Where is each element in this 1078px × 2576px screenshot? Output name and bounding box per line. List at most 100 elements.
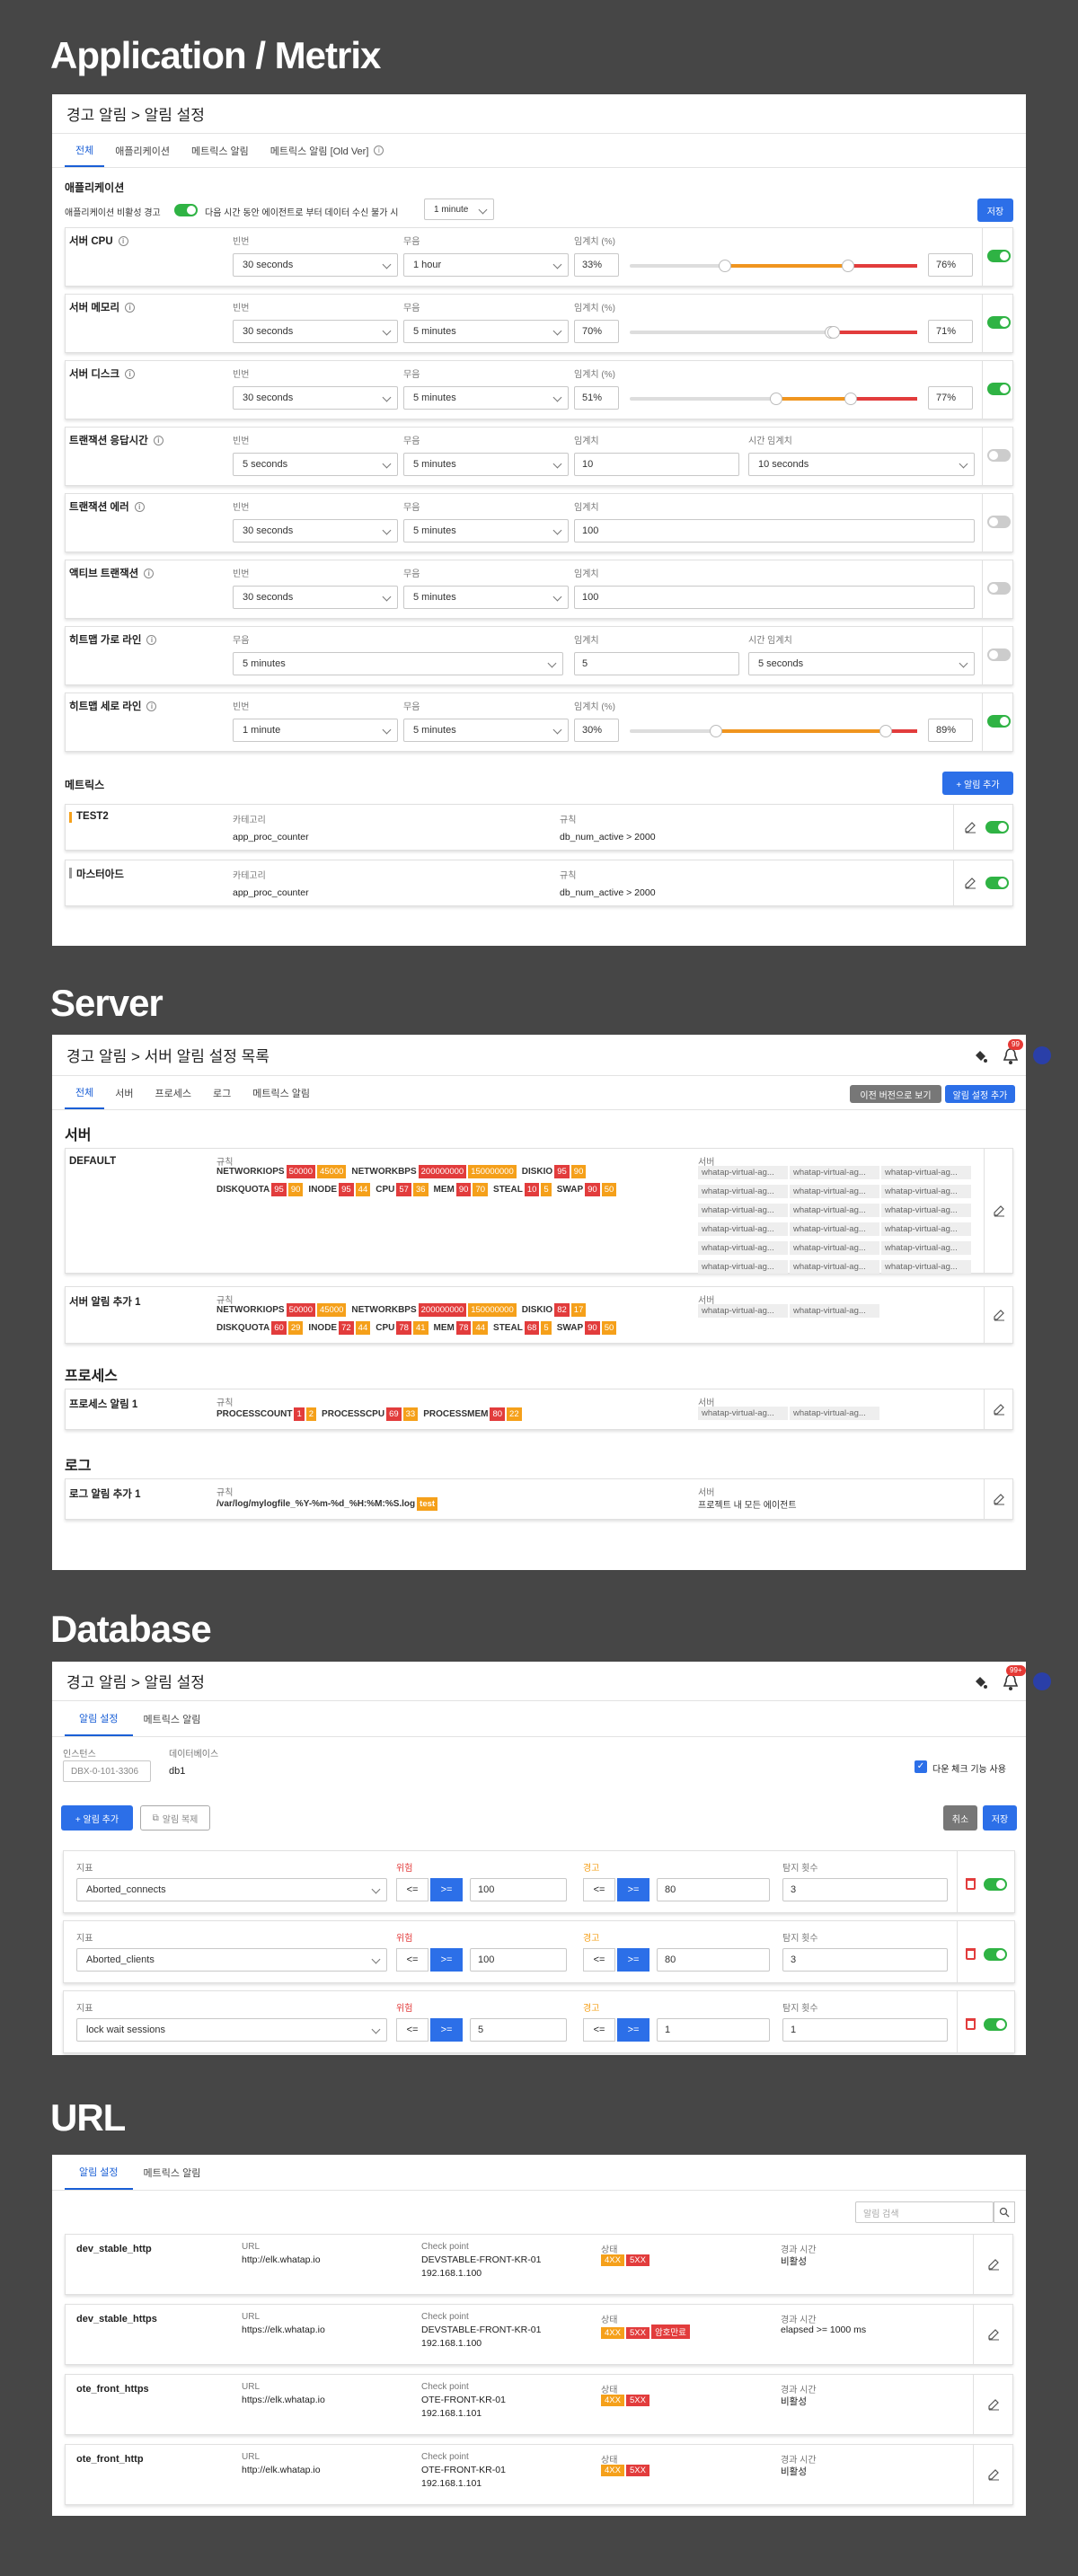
- warn-handle[interactable]: [718, 260, 731, 272]
- paint-bucket-icon[interactable]: [972, 1674, 988, 1690]
- freq-select[interactable]: 30 seconds: [233, 386, 398, 410]
- instance-select[interactable]: DBX-0-101-3306: [63, 1760, 151, 1782]
- op-gte-button[interactable]: >=: [430, 1878, 463, 1901]
- tab-metrics-alert[interactable]: 메트릭스 알림: [242, 1076, 321, 1109]
- alert-toggle[interactable]: [987, 715, 1011, 728]
- alert-toggle[interactable]: [984, 1948, 1007, 1961]
- edit-icon[interactable]: [987, 2258, 1000, 2271]
- edit-icon[interactable]: [993, 1309, 1005, 1321]
- trash-icon[interactable]: [966, 1948, 976, 1960]
- threshold-input[interactable]: 5: [574, 652, 739, 675]
- add-alert-setting-button[interactable]: 알림 설정 추가: [945, 1085, 1015, 1103]
- silence-select[interactable]: 5 minutes: [403, 386, 569, 410]
- bell-icon[interactable]: [1003, 1047, 1019, 1065]
- down-check-checkbox[interactable]: ✓: [915, 1760, 927, 1773]
- alert-toggle[interactable]: [987, 316, 1011, 329]
- tab-all[interactable]: 전체: [65, 1076, 105, 1109]
- trash-icon[interactable]: [966, 2018, 976, 2030]
- edit-icon[interactable]: [987, 2328, 1000, 2341]
- save-button[interactable]: 저장: [977, 198, 1013, 222]
- op-lte-button[interactable]: <=: [583, 1878, 615, 1901]
- previous-version-button[interactable]: 이전 버전으로 보기: [850, 1085, 941, 1103]
- op-gte-button[interactable]: >=: [617, 1878, 649, 1901]
- tab-alert-settings[interactable]: 알림 설정: [65, 2155, 133, 2190]
- freq-select[interactable]: 30 seconds: [233, 320, 398, 343]
- alert-toggle[interactable]: [984, 2018, 1007, 2031]
- metric-toggle[interactable]: [985, 821, 1009, 834]
- alert-toggle[interactable]: [987, 250, 1011, 262]
- alert-toggle[interactable]: [987, 383, 1011, 395]
- warn-input[interactable]: 30%: [574, 719, 619, 742]
- paint-bucket-icon[interactable]: [972, 1048, 988, 1064]
- danger-input[interactable]: 5: [470, 2018, 567, 2042]
- threshold-input[interactable]: 100: [574, 519, 975, 543]
- alert-toggle[interactable]: [987, 648, 1011, 661]
- warn-input[interactable]: 1: [657, 2018, 770, 2042]
- warn-input[interactable]: 33%: [574, 253, 619, 277]
- silence-select[interactable]: 5 minutes: [233, 652, 563, 675]
- cancel-button[interactable]: 취소: [943, 1805, 977, 1831]
- threshold-slider[interactable]: [630, 725, 917, 737]
- metric-select[interactable]: Aborted_clients: [76, 1948, 387, 1972]
- inactive-toggle[interactable]: [174, 204, 198, 216]
- tab-server[interactable]: 서버: [104, 1076, 144, 1109]
- crit-handle[interactable]: [842, 260, 855, 272]
- tab-application[interactable]: 애플리케이션: [104, 134, 181, 167]
- bell-icon[interactable]: [1003, 1673, 1019, 1691]
- freq-select[interactable]: 30 seconds: [233, 586, 398, 609]
- danger-input[interactable]: 100: [470, 1878, 567, 1901]
- op-lte-button[interactable]: <=: [583, 1948, 615, 1972]
- crit-handle[interactable]: [827, 326, 841, 339]
- tab-metrics-alert[interactable]: 메트릭스 알림: [133, 1701, 212, 1736]
- search-input[interactable]: 알림 검색: [855, 2201, 994, 2223]
- edit-icon[interactable]: [993, 1204, 1005, 1217]
- edit-icon[interactable]: [964, 877, 976, 889]
- inactive-select[interactable]: 1 minute: [424, 198, 494, 220]
- tab-alert-settings[interactable]: 알림 설정: [65, 1701, 133, 1736]
- edit-icon[interactable]: [964, 821, 976, 834]
- op-lte-button[interactable]: <=: [396, 1878, 429, 1901]
- alert-toggle[interactable]: [987, 582, 1011, 595]
- freq-select[interactable]: 30 seconds: [233, 519, 398, 543]
- crit-input[interactable]: 89%: [928, 719, 973, 742]
- time-threshold-select[interactable]: 5 seconds: [748, 652, 975, 675]
- freq-select[interactable]: 5 seconds: [233, 453, 398, 476]
- threshold-slider[interactable]: [630, 393, 917, 405]
- tab-log[interactable]: 로그: [202, 1076, 242, 1109]
- threshold-slider[interactable]: [630, 326, 917, 339]
- avatar[interactable]: [1033, 1672, 1051, 1690]
- freq-select[interactable]: 1 minute: [233, 719, 398, 742]
- tab-metrics-alert[interactable]: 메트릭스 알림: [181, 134, 260, 167]
- silence-select[interactable]: 5 minutes: [403, 586, 569, 609]
- tab-all[interactable]: 전체: [65, 134, 105, 167]
- threshold-input[interactable]: 10: [574, 453, 739, 476]
- warn-input[interactable]: 70%: [574, 320, 619, 343]
- warn-input[interactable]: 80: [657, 1948, 770, 1972]
- edit-icon[interactable]: [987, 2398, 1000, 2411]
- tab-metrics-old[interactable]: 메트릭스 알림 [Old Ver] i: [260, 134, 395, 167]
- op-lte-button[interactable]: <=: [583, 2018, 615, 2042]
- alert-toggle[interactable]: [987, 449, 1011, 462]
- tab-metrics-alert[interactable]: 메트릭스 알림: [133, 2155, 212, 2190]
- op-gte-button[interactable]: >=: [617, 1948, 649, 1972]
- silence-select[interactable]: 5 minutes: [403, 719, 569, 742]
- avatar[interactable]: [1033, 1046, 1051, 1064]
- save-button[interactable]: 저장: [983, 1805, 1017, 1831]
- op-gte-button[interactable]: >=: [617, 2018, 649, 2042]
- crit-input[interactable]: 77%: [928, 386, 973, 410]
- time-threshold-select[interactable]: 10 seconds: [748, 453, 975, 476]
- edit-icon[interactable]: [987, 2468, 1000, 2481]
- warn-handle[interactable]: [710, 725, 722, 737]
- threshold-slider[interactable]: [630, 260, 917, 272]
- metric-toggle[interactable]: [985, 877, 1009, 889]
- alert-toggle[interactable]: [987, 516, 1011, 528]
- op-gte-button[interactable]: >=: [430, 2018, 463, 2042]
- silence-select[interactable]: 1 hour: [403, 253, 569, 277]
- count-input[interactable]: 3: [782, 1878, 948, 1901]
- silence-select[interactable]: 5 minutes: [403, 453, 569, 476]
- silence-select[interactable]: 5 minutes: [403, 320, 569, 343]
- freq-select[interactable]: 30 seconds: [233, 253, 398, 277]
- silence-select[interactable]: 5 minutes: [403, 519, 569, 543]
- add-alert-button[interactable]: + 알림 추가: [61, 1805, 133, 1831]
- add-alert-button[interactable]: + 알림 추가: [942, 772, 1013, 795]
